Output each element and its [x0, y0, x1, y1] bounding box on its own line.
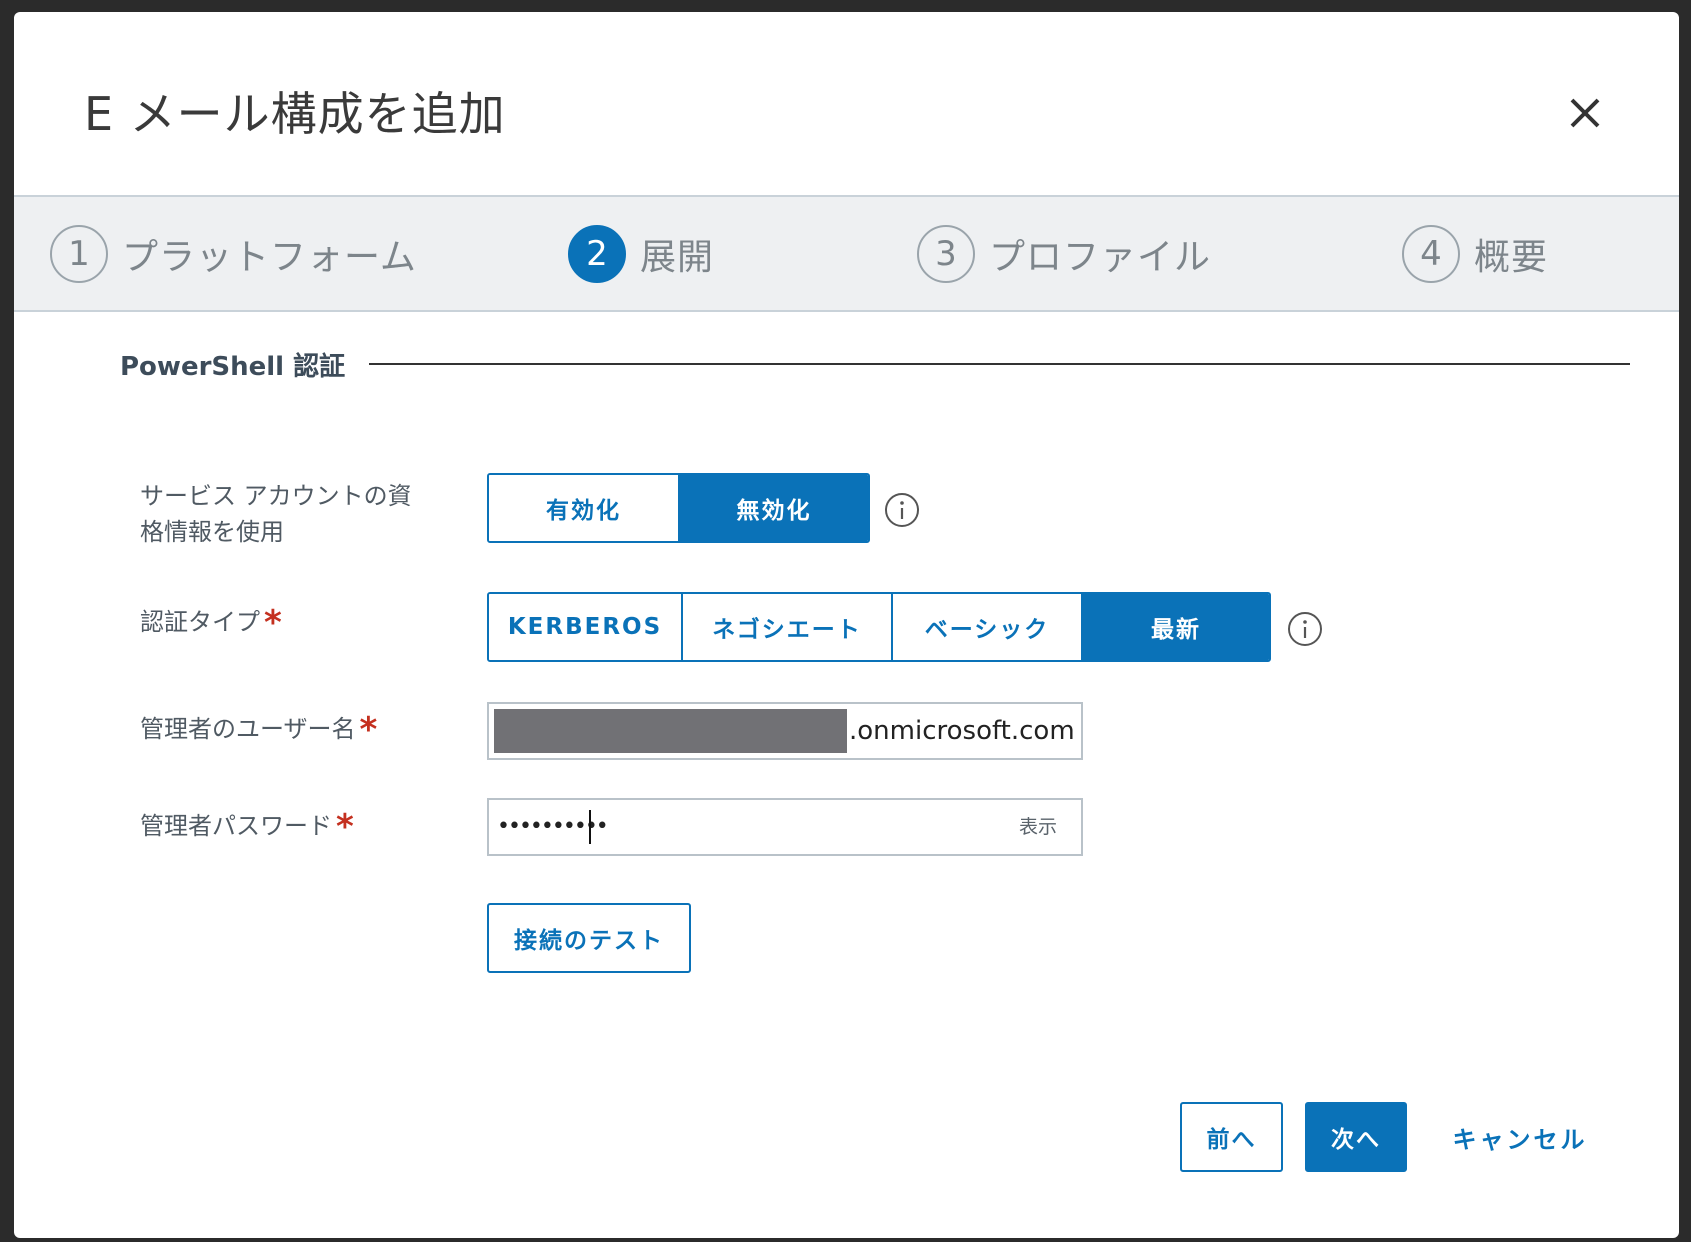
admin-password-input[interactable]: •••••••••• 表示: [487, 798, 1083, 856]
text-caret: [589, 810, 591, 844]
show-password-toggle[interactable]: 表示: [1019, 800, 1057, 854]
step-label: プロファイル: [989, 236, 1212, 278]
step-label: 展開: [640, 236, 715, 278]
service-account-toggle: 有効化 無効化: [487, 473, 870, 543]
step-number: 3: [917, 224, 975, 283]
previous-button[interactable]: 前へ: [1180, 1102, 1283, 1172]
step-number: 2: [568, 224, 626, 283]
info-icon[interactable]: [884, 492, 920, 528]
auth-option-modern[interactable]: 最新: [1083, 594, 1269, 660]
step-profile[interactable]: 3 プロファイル: [917, 197, 1211, 310]
auth-option-basic[interactable]: ベーシック: [893, 594, 1083, 660]
section-header: PowerShell 認証: [120, 344, 1630, 384]
step-label: 概要: [1474, 236, 1549, 278]
step-number: 1: [50, 224, 108, 283]
step-platform[interactable]: 1 プラットフォーム: [50, 197, 417, 310]
section-title: PowerShell 認証: [120, 351, 346, 382]
admin-password-label-text: 管理者パスワード: [140, 812, 332, 840]
step-deployment[interactable]: 2 展開: [568, 197, 714, 310]
auth-type-selector: KERBEROS ネゴシエート ベーシック 最新: [487, 592, 1271, 662]
section-divider: [369, 363, 1630, 365]
required-asterisk: *: [359, 710, 378, 750]
dialog-header: E メール構成を追加: [14, 12, 1679, 195]
close-icon: [1570, 98, 1600, 128]
service-account-label: サービス アカウントの資 格情報を使用: [140, 478, 412, 550]
redacted-username: [494, 709, 847, 753]
test-connection-button[interactable]: 接続のテスト: [487, 903, 691, 973]
next-button[interactable]: 次へ: [1305, 1102, 1407, 1172]
close-button[interactable]: [1562, 90, 1608, 136]
step-number: 4: [1402, 224, 1460, 283]
add-email-config-dialog: E メール構成を追加 1 プラットフォーム 2 展開 3 プロファイル 4 概要…: [14, 12, 1679, 1238]
cancel-button[interactable]: キャンセル: [1440, 1102, 1600, 1172]
admin-username-input[interactable]: .onmicrosoft.com: [487, 702, 1083, 760]
required-asterisk: *: [336, 807, 354, 847]
auth-option-negotiate[interactable]: ネゴシエート: [683, 594, 893, 660]
admin-username-label: 管理者のユーザー名 *: [140, 708, 378, 750]
admin-username-label-text: 管理者のユーザー名: [140, 715, 356, 743]
admin-password-label: 管理者パスワード *: [140, 805, 354, 847]
auth-type-label: 認証タイプ *: [140, 601, 282, 643]
step-label: プラットフォーム: [122, 236, 417, 278]
auth-option-kerberos[interactable]: KERBEROS: [489, 594, 683, 660]
service-account-label-line2: 格情報を使用: [140, 518, 284, 546]
auth-type-label-text: 認証タイプ: [140, 608, 260, 636]
enable-option[interactable]: 有効化: [489, 475, 680, 541]
step-summary[interactable]: 4 概要: [1402, 197, 1548, 310]
username-domain-suffix: .onmicrosoft.com: [849, 716, 1075, 746]
service-account-label-line1: サービス アカウントの資: [140, 482, 412, 510]
info-icon[interactable]: [1287, 611, 1323, 647]
required-asterisk: *: [264, 603, 282, 643]
disable-option[interactable]: 無効化: [680, 475, 868, 541]
wizard-steps: 1 プラットフォーム 2 展開 3 プロファイル 4 概要: [14, 195, 1679, 312]
dialog-title: E メール構成を追加: [84, 87, 506, 141]
